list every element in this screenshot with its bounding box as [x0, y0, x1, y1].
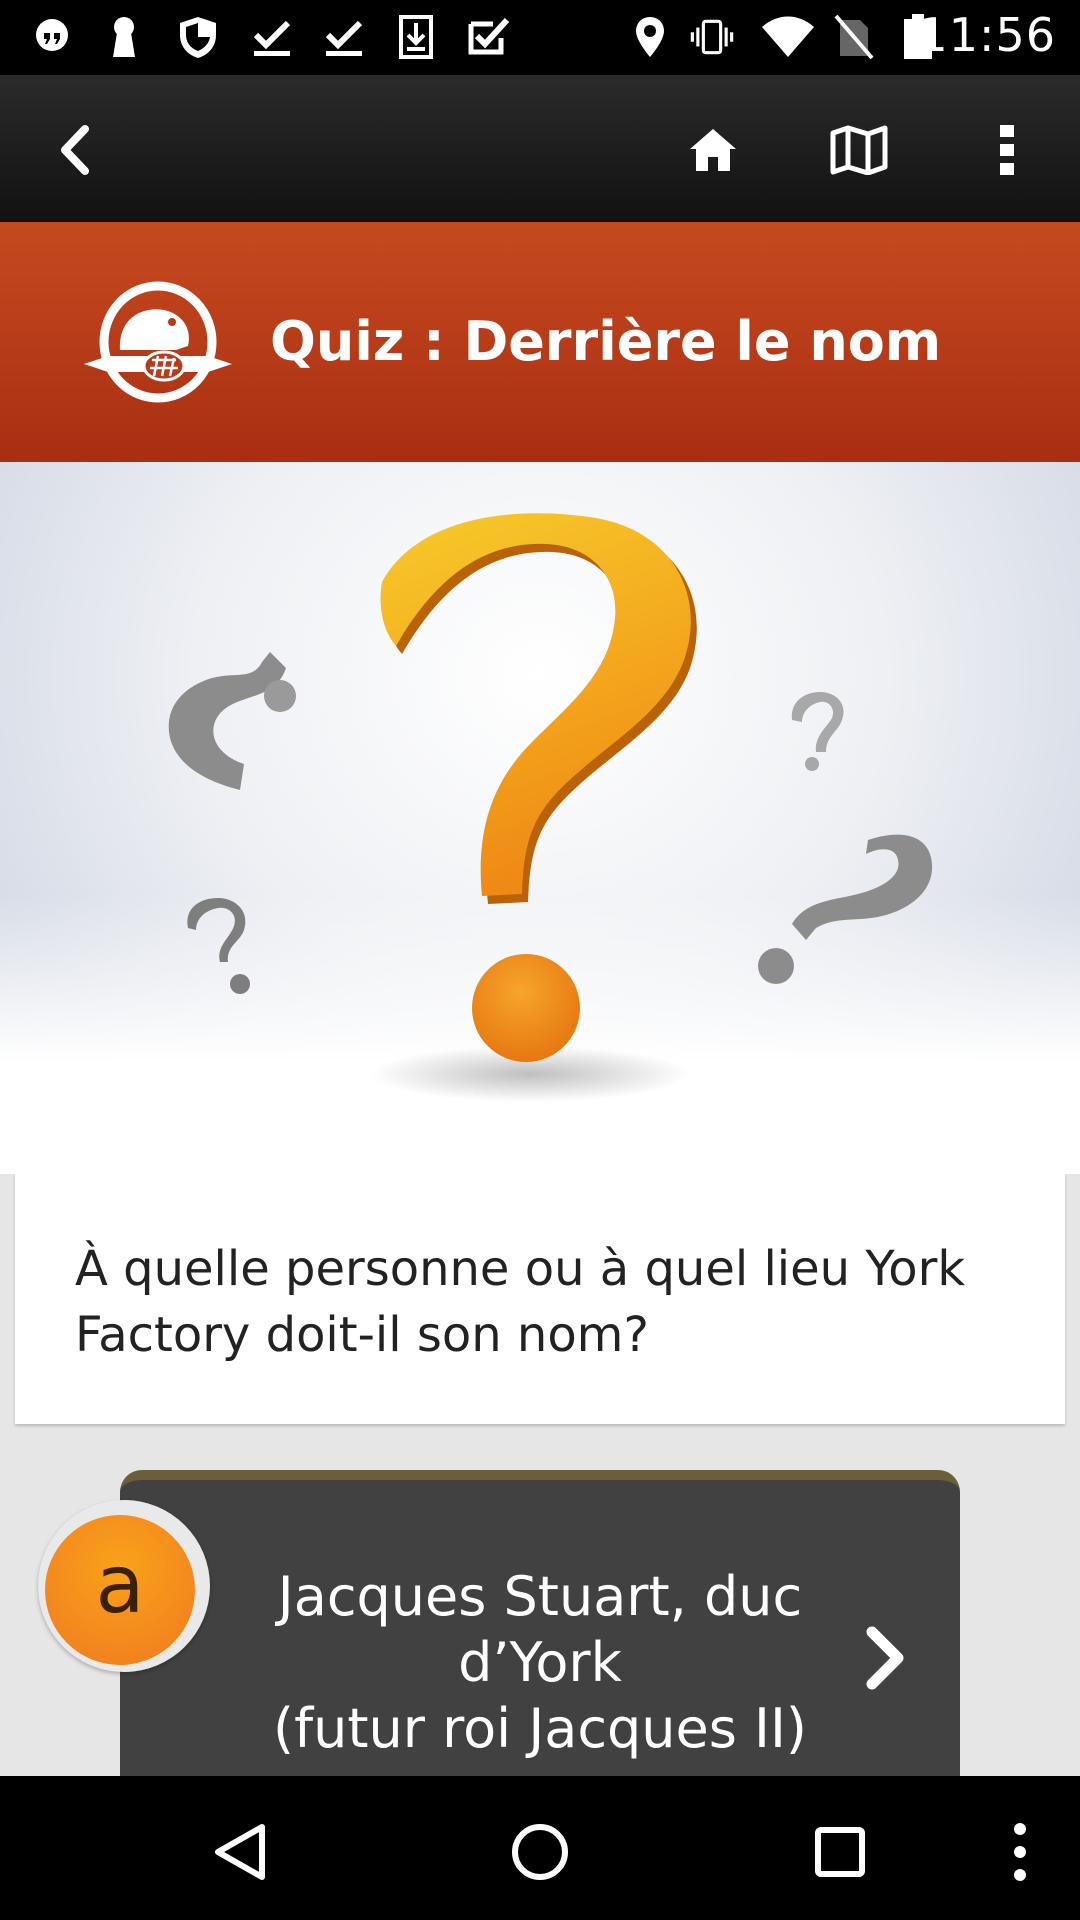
question-card: À quelle personne ou à quel lieu York Fa… — [15, 1174, 1065, 1424]
clock: 11:56 — [918, 8, 1056, 62]
overflow-menu-icon[interactable] — [972, 115, 1042, 185]
action-bar — [0, 75, 1080, 222]
checkbox-icon — [466, 14, 510, 60]
home-icon[interactable] — [678, 115, 748, 185]
parks-canada-beaver-logo — [80, 280, 236, 404]
nav-back-icon[interactable] — [200, 1812, 280, 1892]
nav-menu-icon[interactable] — [980, 1812, 1060, 1892]
no-sim-icon — [832, 14, 876, 60]
nav-recents-icon[interactable] — [800, 1812, 880, 1892]
wifi-icon — [760, 14, 816, 60]
download-done-icon — [322, 14, 366, 60]
hangouts-icon — [30, 14, 74, 60]
question-mark-icon — [168, 513, 933, 1102]
keyhole-icon — [102, 14, 146, 60]
title-banner: Quiz : Derrière le nom — [0, 222, 1080, 462]
chevron-right-icon — [860, 1626, 910, 1690]
page-title: Quiz : Derrière le nom — [270, 310, 942, 373]
answer-letter-badge: a — [45, 1515, 195, 1665]
answer-text: Jacques Stuart, duc d’York (futur roi Ja… — [273, 1565, 807, 1760]
question-text: À quelle personne ou à quel lieu York Fa… — [75, 1241, 966, 1363]
nav-home-icon[interactable] — [500, 1812, 580, 1892]
answer-option-a[interactable]: Jacques Stuart, duc d’York (futur roi Ja… — [120, 1470, 960, 1790]
download-done-icon — [250, 14, 294, 60]
map-icon[interactable] — [824, 115, 894, 185]
back-icon[interactable] — [40, 115, 110, 185]
shield-icon — [176, 14, 220, 60]
vibrate-icon — [690, 14, 734, 60]
download-icon — [394, 14, 438, 60]
navigation-bar — [0, 1776, 1080, 1920]
quiz-illustration — [0, 462, 1080, 1174]
status-bar: 11:56 — [0, 0, 1080, 75]
location-icon — [628, 14, 672, 60]
